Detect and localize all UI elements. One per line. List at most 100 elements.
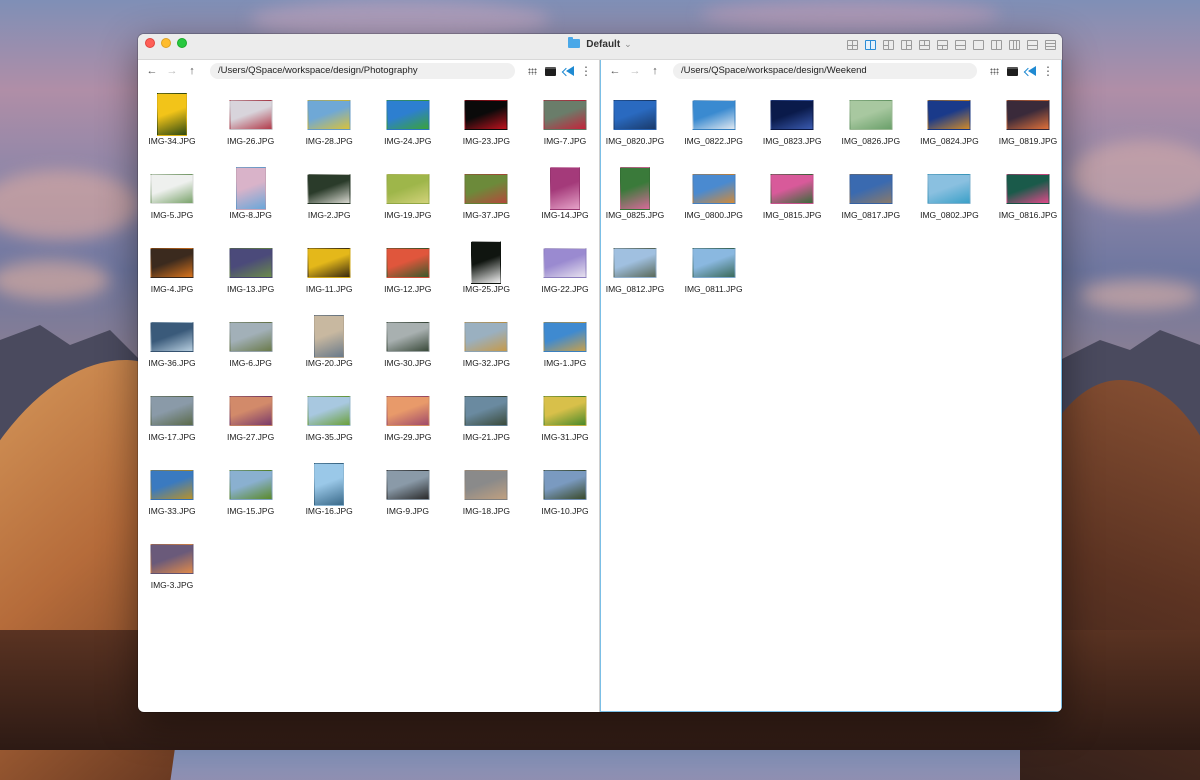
file-item[interactable]: IMG-29.JPG xyxy=(369,380,447,454)
file-item[interactable]: IMG-20.JPG xyxy=(290,306,368,380)
layout-split-vertical-icon[interactable] xyxy=(865,40,876,50)
file-item[interactable]: IMG_0823.JPG xyxy=(753,84,831,158)
file-item[interactable]: IMG-37.JPG xyxy=(447,158,525,232)
layout-rows-2-icon[interactable] xyxy=(1027,40,1038,50)
file-name: IMG-18.JPG xyxy=(462,506,510,516)
file-item[interactable]: IMG-25.JPG xyxy=(447,232,525,306)
image-thumbnail xyxy=(692,100,736,130)
layout-split-left-2-icon[interactable] xyxy=(883,40,894,50)
view-mode-button[interactable] xyxy=(525,64,539,78)
file-item[interactable]: IMG-13.JPG xyxy=(212,232,290,306)
back-arrow-icon[interactable]: ← xyxy=(607,65,623,77)
file-name: IMG_0826.JPG xyxy=(841,136,901,146)
file-item[interactable]: IMG-8.JPG xyxy=(212,158,290,232)
file-item[interactable]: IMG-11.JPG xyxy=(290,232,368,306)
layout-switcher xyxy=(847,40,1056,50)
file-item[interactable]: IMG-34.JPG xyxy=(138,84,211,158)
file-item[interactable]: IMG_0800.JPG xyxy=(675,158,753,232)
file-item[interactable]: IMG-7.JPG xyxy=(526,84,604,158)
file-name: IMG-31.JPG xyxy=(541,432,589,442)
view-mode-button[interactable] xyxy=(987,64,1001,78)
forward-arrow-icon[interactable]: → xyxy=(627,65,643,77)
file-item[interactable]: IMG-6.JPG xyxy=(212,306,290,380)
file-item[interactable]: IMG-32.JPG xyxy=(447,306,525,380)
file-item[interactable]: IMG-2.JPG xyxy=(290,158,368,232)
file-item[interactable]: IMG-10.JPG xyxy=(526,454,604,528)
file-item[interactable]: IMG-36.JPG xyxy=(138,306,211,380)
layout-grid-4-icon[interactable] xyxy=(847,40,858,50)
layout-split-horizontal-icon[interactable] xyxy=(955,40,966,50)
layout-split-right-2-icon[interactable] xyxy=(901,40,912,50)
file-item[interactable]: IMG-28.JPG xyxy=(290,84,368,158)
file-item[interactable]: IMG-3.JPG xyxy=(138,528,211,602)
file-item[interactable]: IMG_0811.JPG xyxy=(675,232,753,306)
file-item[interactable]: IMG-30.JPG xyxy=(369,306,447,380)
forward-arrow-icon[interactable]: → xyxy=(164,65,180,77)
layout-single-icon[interactable] xyxy=(973,40,984,50)
layout-columns-3-icon[interactable] xyxy=(1009,40,1020,50)
file-item[interactable]: IMG-15.JPG xyxy=(212,454,290,528)
image-thumbnail xyxy=(314,463,345,506)
layout-split-4b-icon[interactable] xyxy=(937,40,948,50)
file-item[interactable]: IMG-14.JPG xyxy=(526,158,604,232)
file-item[interactable]: IMG-35.JPG xyxy=(290,380,368,454)
file-item[interactable]: IMG-22.JPG xyxy=(526,232,604,306)
layout-split-top-2-icon[interactable] xyxy=(919,40,930,50)
file-item[interactable]: IMG_0812.JPG xyxy=(596,232,674,306)
open-terminal-button[interactable] xyxy=(543,64,557,78)
file-name: IMG-11.JPG xyxy=(305,284,353,294)
file-item[interactable]: IMG-4.JPG xyxy=(138,232,211,306)
file-item[interactable]: IMG_0825.JPG xyxy=(596,158,674,232)
file-item[interactable]: IMG-9.JPG xyxy=(369,454,447,528)
file-item[interactable]: IMG_0816.JPG xyxy=(989,158,1062,232)
file-item[interactable]: IMG_0826.JPG xyxy=(832,84,910,158)
file-item[interactable]: IMG-33.JPG xyxy=(138,454,211,528)
file-item[interactable]: IMG_0820.JPG xyxy=(596,84,674,158)
file-item[interactable]: IMG-26.JPG xyxy=(212,84,290,158)
file-item[interactable]: IMG-21.JPG xyxy=(447,380,525,454)
file-item[interactable]: IMG-17.JPG xyxy=(138,380,211,454)
image-thumbnail xyxy=(229,470,273,500)
image-thumbnail xyxy=(307,396,351,426)
file-item[interactable]: IMG-5.JPG xyxy=(138,158,211,232)
file-name: IMG_0816.JPG xyxy=(998,210,1058,220)
file-item[interactable]: IMG-31.JPG xyxy=(526,380,604,454)
file-name: IMG-2.JPG xyxy=(307,210,351,220)
layout-rows-3-icon[interactable] xyxy=(1045,40,1056,50)
back-arrow-icon[interactable]: ← xyxy=(144,65,160,77)
file-item[interactable]: IMG_0824.JPG xyxy=(910,84,988,158)
file-item[interactable]: IMG-18.JPG xyxy=(447,454,525,528)
open-vscode-button[interactable] xyxy=(1023,64,1037,78)
terminal-icon xyxy=(544,66,556,76)
file-item[interactable]: IMG_0819.JPG xyxy=(989,84,1062,158)
up-arrow-icon[interactable]: ↑ xyxy=(647,65,663,77)
file-name: IMG_0824.JPG xyxy=(920,136,979,146)
path-bar[interactable]: /Users/QSpace/workspace/design/Weekend xyxy=(673,63,977,79)
open-terminal-button[interactable] xyxy=(1005,64,1019,78)
file-item[interactable]: IMG-24.JPG xyxy=(369,84,447,158)
file-item[interactable]: IMG_0815.JPG xyxy=(753,158,831,232)
layout-columns-2-icon[interactable] xyxy=(991,40,1002,50)
file-name: IMG-17.JPG xyxy=(148,432,196,442)
file-name: IMG_0822.JPG xyxy=(684,136,743,146)
file-item[interactable]: IMG-19.JPG xyxy=(369,158,447,232)
path-bar[interactable]: /Users/QSpace/workspace/design/Photograp… xyxy=(210,63,515,79)
file-item[interactable]: IMG-12.JPG xyxy=(369,232,447,306)
window-titlebar[interactable]: Default ⌄ xyxy=(138,34,1062,60)
up-arrow-icon[interactable]: ↑ xyxy=(184,65,200,77)
file-item[interactable]: IMG_0817.JPG xyxy=(832,158,910,232)
more-options-icon[interactable]: ⋮ xyxy=(1041,64,1055,78)
file-item[interactable]: IMG-16.JPG xyxy=(290,454,368,528)
file-item[interactable]: IMG-23.JPG xyxy=(447,84,525,158)
file-item[interactable]: IMG-1.JPG xyxy=(526,306,604,380)
file-item[interactable]: IMG_0822.JPG xyxy=(675,84,753,158)
file-item[interactable]: IMG_0802.JPG xyxy=(910,158,988,232)
open-vscode-button[interactable] xyxy=(561,64,575,78)
wallpaper-cloud xyxy=(1070,140,1200,210)
image-thumbnail xyxy=(307,100,351,130)
file-item[interactable]: IMG-27.JPG xyxy=(212,380,290,454)
file-name: IMG-36.JPG xyxy=(148,358,196,368)
file-name: IMG-30.JPG xyxy=(384,358,432,368)
more-options-icon[interactable]: ⋮ xyxy=(579,64,593,78)
file-name: IMG-21.JPG xyxy=(462,432,510,442)
